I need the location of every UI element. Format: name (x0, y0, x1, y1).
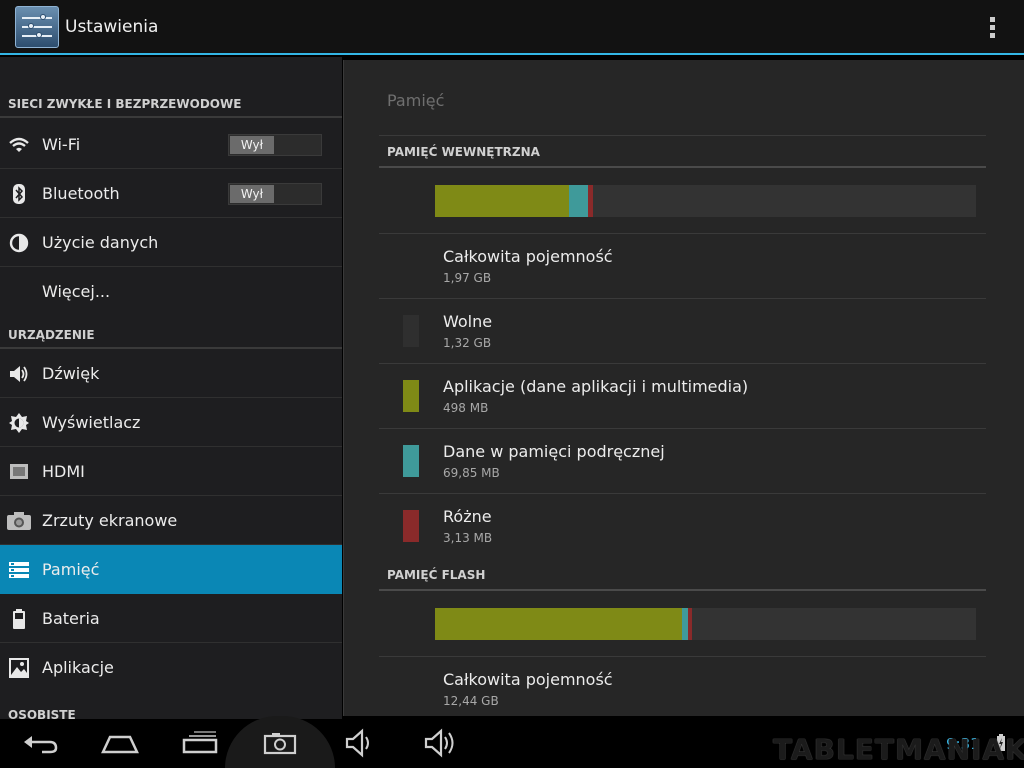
screenshot-icon[interactable] (262, 719, 298, 768)
overflow-menu-icon[interactable] (984, 14, 1000, 40)
storage-row-misc[interactable]: Różne 3,13 MB (379, 494, 986, 559)
sidebar-item-bluetooth[interactable]: Bluetooth Wył (0, 169, 342, 218)
sidebar-item-label: Użycie danych (42, 233, 159, 252)
legend-swatch (403, 380, 419, 412)
sidebar-item-label: Wi-Fi (42, 135, 81, 154)
sidebar-item-battery[interactable]: Bateria (0, 594, 342, 643)
data-usage-icon (9, 233, 29, 253)
sidebar-item-apps[interactable]: Aplikacje (0, 643, 342, 692)
back-icon[interactable] (20, 719, 60, 768)
watermark-logo: TABLETMANIAK (773, 733, 1024, 766)
legend-swatch (403, 510, 419, 542)
app-title: Ustawienia (65, 17, 159, 37)
usage-segment-apps (435, 185, 569, 217)
sidebar-item-screenshots[interactable]: Zrzuty ekranowe (0, 496, 342, 545)
legend-swatch (403, 315, 419, 347)
sidebar-item-sound[interactable]: Dźwięk (0, 349, 342, 398)
home-icon[interactable] (100, 719, 140, 768)
section-header-device: URZĄDZENIE (0, 317, 342, 349)
sidebar-item-label: Aplikacje (42, 658, 114, 677)
battery-icon (13, 609, 25, 629)
volume-down-icon[interactable] (345, 719, 377, 768)
bluetooth-toggle[interactable]: Wył (228, 183, 322, 205)
hdmi-icon (10, 464, 28, 479)
storage-row-apps[interactable]: Aplikacje (dane aplikacji i multimedia) … (379, 364, 986, 429)
apps-icon (9, 658, 29, 678)
legend-swatch (403, 445, 419, 477)
recent-apps-icon[interactable] (180, 719, 220, 768)
settings-category-list[interactable]: SIECI ZWYKŁE I BEZPRZEWODOWE Wi-Fi Wył B… (0, 57, 342, 719)
usage-segment-cache (569, 185, 588, 217)
flash-storage-usage-bar (435, 608, 976, 640)
storage-row-flash-total[interactable]: Całkowita pojemność 12,44 GB (379, 657, 986, 716)
page-title: Pamięć (387, 91, 445, 110)
sidebar-item-wifi[interactable]: Wi-Fi Wył (0, 120, 342, 169)
sidebar-item-data-usage[interactable]: Użycie danych (0, 218, 342, 267)
internal-storage-header: PAMIĘĆ WEWNĘTRZNA (387, 145, 540, 159)
sidebar-item-label: Bluetooth (42, 184, 120, 203)
sidebar-item-label: Więcej... (42, 282, 111, 301)
sidebar-item-label: Wyświetlacz (42, 413, 141, 432)
section-header-personal: OSOBISTE (8, 708, 76, 719)
section-header-networks: SIECI ZWYKŁE I BEZPRZEWODOWE (0, 86, 342, 118)
divider (379, 589, 986, 591)
brightness-icon (9, 413, 29, 433)
storage-row-free[interactable]: Wolne 1,32 GB (379, 299, 986, 364)
storage-icon (9, 562, 29, 578)
speaker-icon (10, 366, 28, 382)
sidebar-item-label: Zrzuty ekranowe (42, 511, 178, 530)
sidebar-item-hdmi[interactable]: HDMI (0, 447, 342, 496)
settings-sliders-icon[interactable] (15, 6, 59, 48)
sidebar-item-label: HDMI (42, 462, 85, 481)
camera-icon (7, 512, 31, 530)
sidebar-item-storage[interactable]: Pamięć (0, 545, 342, 594)
volume-up-icon[interactable] (424, 719, 460, 768)
flash-storage-header: PAMIĘĆ FLASH (387, 568, 486, 582)
wifi-toggle[interactable]: Wył (228, 134, 322, 156)
storage-detail-pane[interactable]: Pamięć PAMIĘĆ WEWNĘTRZNA Całkowita pojem… (343, 60, 1024, 716)
sidebar-item-display[interactable]: Wyświetlacz (0, 398, 342, 447)
sidebar-item-label: Bateria (42, 609, 100, 628)
sidebar-item-label: Pamięć (42, 560, 100, 579)
bluetooth-icon (13, 184, 25, 204)
usage-segment-misc (688, 608, 692, 640)
sidebar-item-label: Dźwięk (42, 364, 100, 383)
usage-segment-apps (435, 608, 682, 640)
action-bar: Ustawienia (0, 0, 1024, 55)
divider (379, 135, 986, 136)
storage-row-cache[interactable]: Dane w pamięci podręcznej 69,85 MB (379, 429, 986, 494)
sidebar-item-more[interactable]: Więcej... (0, 267, 342, 316)
wifi-icon (9, 137, 29, 152)
usage-segment-misc (588, 185, 593, 217)
storage-row-total[interactable]: Całkowita pojemność 1,97 GB (379, 234, 986, 299)
divider (379, 166, 986, 168)
internal-storage-usage-bar (435, 185, 976, 217)
